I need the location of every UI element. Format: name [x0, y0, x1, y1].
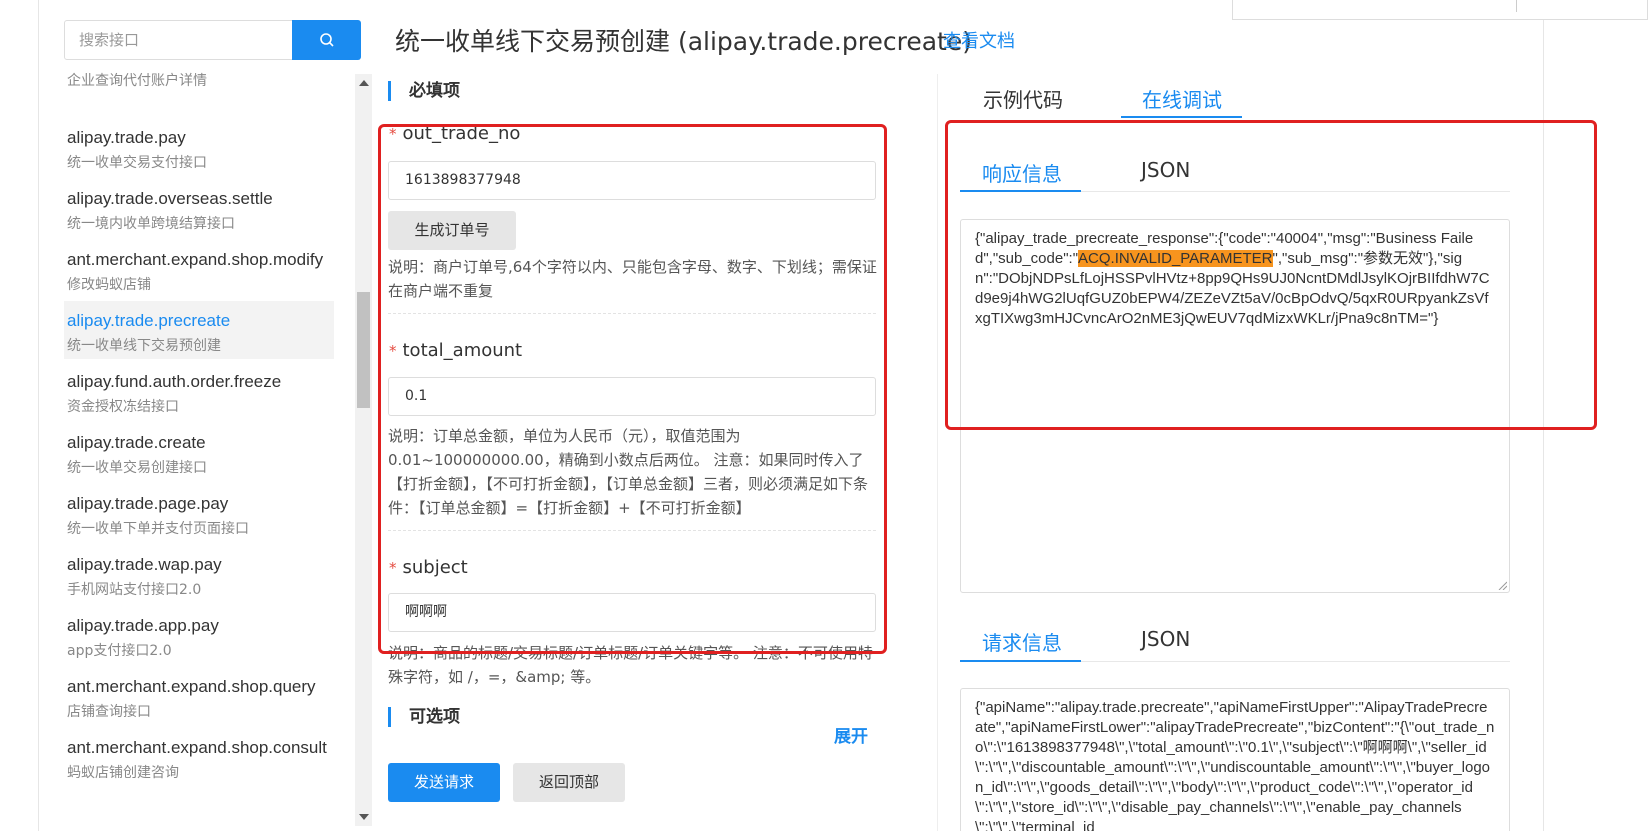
- sidebar-item-name: alipay.fund.auth.order.freeze: [67, 372, 282, 391]
- sidebar-item-name: alipay.trade.page.pay: [67, 494, 229, 513]
- sidebar-item-name: alipay.trade.overseas.settle: [67, 189, 273, 208]
- error-code-highlight: ACQ.INVALID_PARAMETER: [1078, 250, 1273, 267]
- sidebar-item[interactable]: alipay.trade.app.pay app支付接口2.0: [64, 606, 334, 664]
- field-divider: [388, 530, 876, 531]
- expand-optional-link[interactable]: 展开: [834, 722, 868, 747]
- subject-description: 说明：商品的标题/交易标题/订单标题/订单关键字等。 注意：不可使用特殊字符，如…: [388, 644, 873, 686]
- sidebar-item[interactable]: alipay.trade.overseas.settle 统一境内收单跨境结算接…: [64, 179, 334, 237]
- required-asterisk: *: [389, 342, 397, 360]
- active-tab-underline: [1121, 116, 1242, 118]
- send-request-button[interactable]: 发送请求: [388, 763, 500, 802]
- tab-request-info[interactable]: 请求信息: [982, 627, 1062, 656]
- sidebar-item-name: ant.merchant.expand.shop.modify: [67, 250, 324, 269]
- required-asterisk: *: [389, 559, 397, 577]
- sidebar-item-active[interactable]: alipay.trade.precreate 统一收单线下交易预创建: [64, 301, 334, 359]
- sidebar-item-desc: app支付接口2.0: [67, 643, 172, 659]
- field-label-subject: * subject: [389, 557, 468, 578]
- right-frame-border: [1543, 0, 1544, 831]
- field-divider: [388, 313, 876, 314]
- sidebar-item-desc: 资金授权冻结接口: [67, 399, 179, 415]
- sidebar-item-desc: 统一境内收单跨境结算接口: [67, 216, 235, 232]
- required-asterisk: *: [389, 125, 397, 143]
- sidebar-item-desc: 修改蚂蚁店铺: [67, 277, 151, 293]
- out-trade-no-input[interactable]: 1613898377948: [388, 161, 876, 200]
- back-to-top-button[interactable]: 返回顶部: [513, 763, 625, 802]
- sidebar-item-desc: 手机网站支付接口2.0: [67, 582, 202, 598]
- column-divider: [937, 74, 938, 831]
- sidebar-scrollbar[interactable]: [355, 74, 372, 826]
- sidebar-item-name: alipay.trade.pay: [67, 128, 186, 147]
- sidebar-item-desc: 蚂蚁店铺创建咨询: [67, 765, 179, 781]
- sidebar-item[interactable]: alipay.fund.auth.order.freeze 资金授权冻结接口: [64, 362, 334, 420]
- sidebar-item[interactable]: 企业查询代付账户详情: [64, 66, 334, 124]
- response-textarea[interactable]: {"alipay_trade_precreate_response":{"cod…: [960, 219, 1510, 593]
- total-amount-input[interactable]: 0.1: [388, 377, 876, 416]
- sidebar-item-desc: 统一收单下单并支付页面接口: [67, 521, 249, 537]
- left-frame-border: [38, 0, 39, 831]
- request-tab-underline: [960, 660, 1081, 662]
- search-input[interactable]: 搜索接口: [64, 20, 293, 60]
- out-trade-no-description: 说明：商户订单号,64个字符以内、只能包含字母、数字、下划线；需保证在商户端不重…: [388, 258, 877, 300]
- sidebar-item[interactable]: ant.merchant.expand.shop.consult 蚂蚁店铺创建咨…: [64, 728, 334, 786]
- view-docs-link[interactable]: 查看文档: [943, 27, 1015, 53]
- tab-sample-code[interactable]: 示例代码: [983, 84, 1063, 113]
- sidebar-item-name: alipay.trade.app.pay: [67, 616, 219, 635]
- required-section-title: 必填项: [388, 81, 460, 101]
- search-icon: [319, 33, 334, 47]
- optional-section-title: 可选项: [388, 707, 460, 727]
- sidebar-item-name: ant.merchant.expand.shop.query: [67, 677, 316, 696]
- resize-handle-icon[interactable]: [1497, 580, 1507, 590]
- total-amount-description: 说明：订单总金额，单位为人民币（元），取值范围为0.01~100000000.0…: [388, 427, 869, 517]
- field-label-total-amount: * total_amount: [389, 340, 523, 361]
- sidebar-item-desc: 统一收单线下交易预创建: [67, 338, 221, 354]
- sidebar-item[interactable]: ant.merchant.expand.shop.modify 修改蚂蚁店铺: [64, 240, 334, 298]
- sidebar-item[interactable]: alipay.trade.create 统一收单交易创建接口: [64, 423, 334, 481]
- sidebar-item[interactable]: alipay.trade.page.pay 统一收单下单并支付页面接口: [64, 484, 334, 542]
- tab-request-json[interactable]: JSON: [1141, 627, 1190, 651]
- sidebar-item[interactable]: alipay.trade.wap.pay 手机网站支付接口2.0: [64, 545, 334, 603]
- subject-input[interactable]: 啊啊啊: [388, 593, 876, 632]
- response-tab-underline: [960, 190, 1081, 192]
- api-sidebar-list: 企业查询代付账户详情 alipay.trade.pay 统一收单交易支付接口 a…: [64, 66, 334, 826]
- top-popup-edge: [1232, 0, 1648, 20]
- tab-response-json[interactable]: JSON: [1141, 158, 1190, 182]
- sidebar-item-name: alipay.trade.wap.pay: [67, 555, 222, 574]
- sidebar-item-desc: 店铺查询接口: [67, 704, 151, 720]
- scrollbar-thumb[interactable]: [357, 292, 370, 408]
- sidebar-item[interactable]: alipay.trade.pay 统一收单交易支付接口: [64, 118, 334, 176]
- tab-response-info[interactable]: 响应信息: [982, 158, 1062, 187]
- scroll-down-arrow-icon[interactable]: [359, 814, 369, 820]
- search-button[interactable]: [292, 20, 361, 60]
- scroll-up-arrow-icon[interactable]: [359, 80, 369, 86]
- sidebar-item-desc: 企业查询代付账户详情: [67, 73, 207, 89]
- sidebar-item[interactable]: ant.merchant.expand.shop.query 店铺查询接口: [64, 667, 334, 725]
- sidebar-item-name: alipay.trade.precreate: [67, 311, 231, 330]
- tab-online-debug[interactable]: 在线调试: [1142, 84, 1222, 113]
- sidebar-item-desc: 统一收单交易支付接口: [67, 155, 207, 171]
- field-label-out-trade-no: * out_trade_no: [389, 123, 521, 144]
- sidebar-item-desc: 统一收单交易创建接口: [67, 460, 207, 476]
- page-title: 统一收单线下交易预创建 (alipay.trade.precreate): [395, 27, 972, 56]
- sidebar-item-name: alipay.trade.create: [67, 433, 206, 452]
- request-textarea[interactable]: {"apiName":"alipay.trade.precreate","api…: [960, 688, 1510, 831]
- sidebar-item-name: ant.merchant.expand.shop.consult: [67, 738, 327, 757]
- generate-order-no-button[interactable]: 生成订单号: [388, 211, 516, 250]
